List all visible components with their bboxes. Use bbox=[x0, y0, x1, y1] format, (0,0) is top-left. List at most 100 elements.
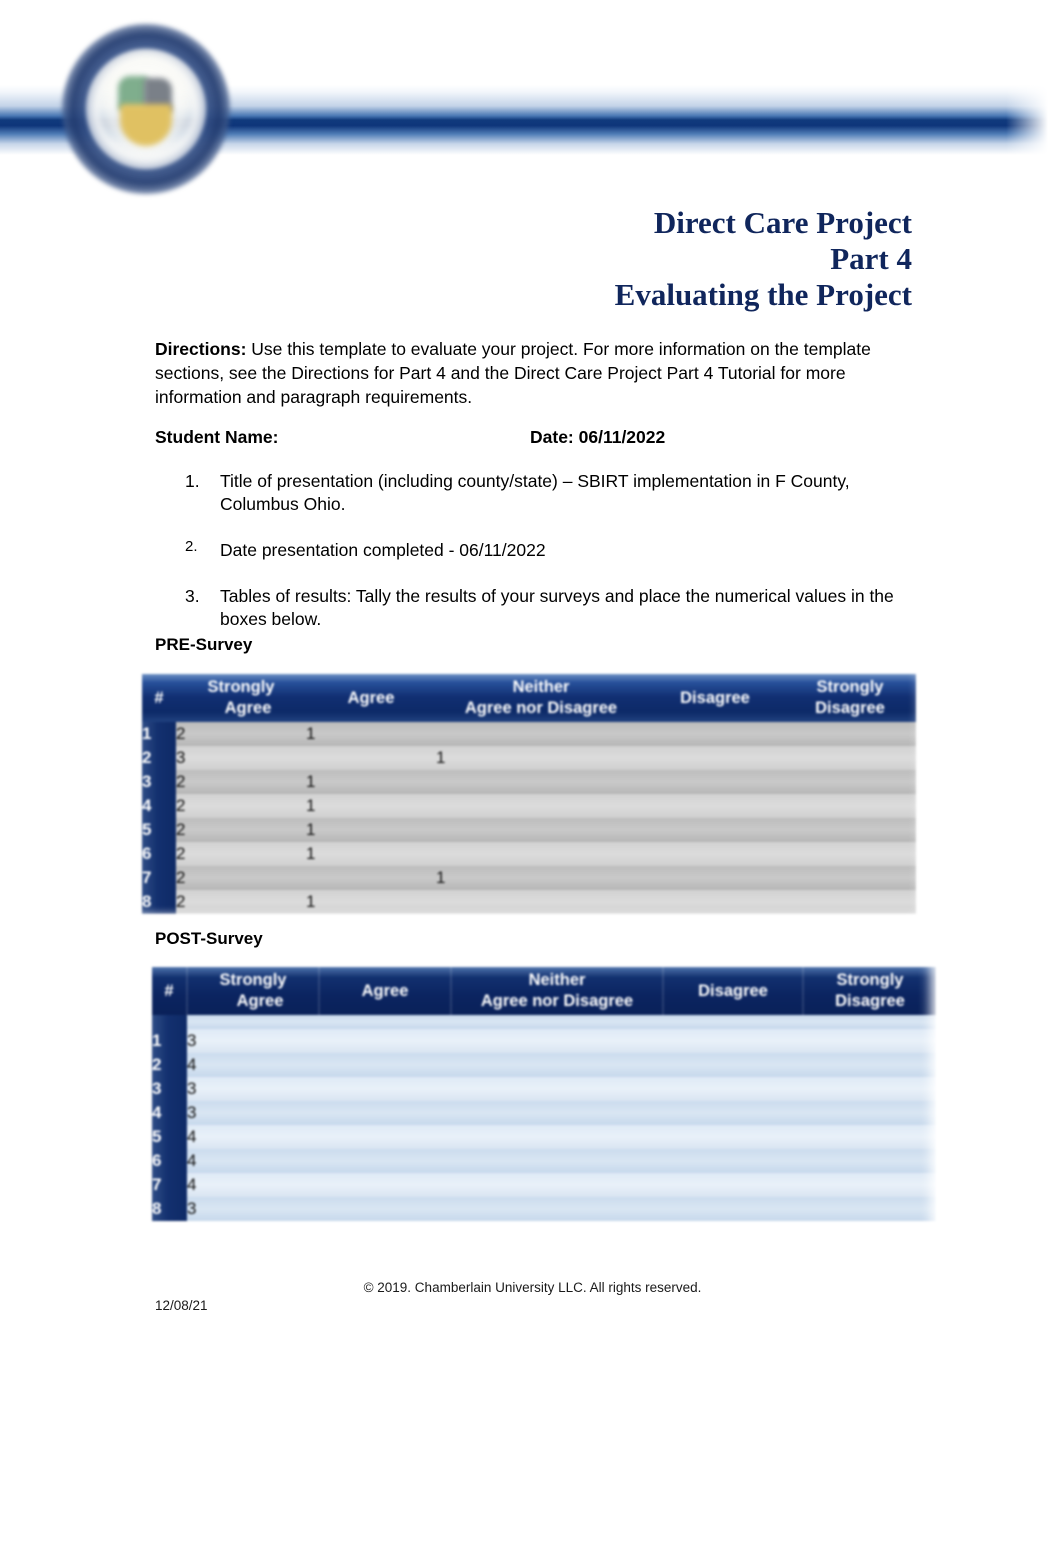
cell-agree[interactable] bbox=[319, 1053, 451, 1077]
cell-agree[interactable] bbox=[319, 1029, 451, 1053]
cell-dis[interactable] bbox=[663, 1077, 803, 1101]
cell-sd[interactable] bbox=[803, 1053, 936, 1077]
cell-neither[interactable] bbox=[451, 1149, 663, 1173]
cell-dis[interactable] bbox=[663, 1149, 803, 1173]
cell-sa[interactable]: 2 bbox=[176, 866, 306, 890]
cell-dis[interactable] bbox=[663, 1125, 803, 1149]
cell-neither[interactable] bbox=[436, 722, 646, 746]
cell-agree[interactable]: 1 bbox=[306, 890, 436, 914]
cell-dis[interactable] bbox=[663, 1101, 803, 1125]
cell-neither[interactable] bbox=[436, 818, 646, 842]
cell-sd[interactable] bbox=[803, 1077, 936, 1101]
cell-dis[interactable] bbox=[646, 890, 784, 914]
cell-sd[interactable] bbox=[803, 1101, 936, 1125]
post-survey-table-container: # Strongly Agree Agree Neither Agree nor… bbox=[140, 955, 940, 1240]
cell-sa[interactable]: 3 bbox=[187, 1197, 319, 1221]
cell-dis[interactable] bbox=[646, 866, 784, 890]
cell-sa[interactable]: 2 bbox=[176, 722, 306, 746]
pre-survey-table-head: # Strongly Agree Agree Neither Agree nor… bbox=[142, 674, 916, 722]
cell-sd[interactable] bbox=[784, 794, 916, 818]
cell-dis[interactable] bbox=[663, 1173, 803, 1197]
cell-agree[interactable]: 1 bbox=[306, 818, 436, 842]
cell-sa[interactable]: 2 bbox=[176, 890, 306, 914]
cell-agree[interactable]: 1 bbox=[306, 770, 436, 794]
table-row: 24 bbox=[152, 1053, 936, 1077]
cell-dis[interactable] bbox=[663, 1197, 803, 1221]
row-number-cell: 5 bbox=[152, 1125, 187, 1149]
cell-sa[interactable]: 4 bbox=[187, 1149, 319, 1173]
cell-sa[interactable]: 3 bbox=[176, 746, 306, 770]
cell-sa[interactable]: 2 bbox=[176, 770, 306, 794]
cell-sa[interactable]: 3 bbox=[187, 1101, 319, 1125]
cell-dis[interactable] bbox=[646, 746, 784, 770]
cell-sd[interactable] bbox=[784, 722, 916, 746]
cell-neither[interactable] bbox=[451, 1125, 663, 1149]
cell-neither[interactable] bbox=[451, 1173, 663, 1197]
cell-agree[interactable] bbox=[319, 1125, 451, 1149]
cell-dis[interactable] bbox=[663, 1029, 803, 1053]
cell-dis[interactable] bbox=[646, 722, 784, 746]
footer-date: 12/08/21 bbox=[155, 1298, 208, 1313]
col-header-number-text: # bbox=[154, 688, 164, 707]
cell-neither[interactable] bbox=[436, 890, 646, 914]
col-header-strongly-agree: Strongly Agree bbox=[186, 967, 319, 1015]
cell-agree[interactable] bbox=[319, 1173, 451, 1197]
directions-paragraph: Directions: Use this template to evaluat… bbox=[155, 337, 915, 409]
cell-neither[interactable] bbox=[436, 794, 646, 818]
cell-agree[interactable] bbox=[319, 1197, 451, 1221]
cell-agree[interactable]: 1 bbox=[306, 842, 436, 866]
cell-agree[interactable] bbox=[306, 866, 436, 890]
cell-neither[interactable] bbox=[451, 1029, 663, 1053]
cell-sa[interactable]: 2 bbox=[176, 794, 306, 818]
cell-neither[interactable]: 1 bbox=[436, 746, 646, 770]
cell-sd[interactable] bbox=[784, 818, 916, 842]
cell-sd[interactable] bbox=[803, 1125, 936, 1149]
cell-neither[interactable] bbox=[436, 770, 646, 794]
cell-neither[interactable] bbox=[436, 842, 646, 866]
cell-agree[interactable] bbox=[319, 1077, 451, 1101]
table-row: 421 bbox=[142, 794, 916, 818]
table-row: 83 bbox=[152, 1197, 936, 1221]
cell-sd[interactable] bbox=[784, 890, 916, 914]
cell-sa[interactable]: 4 bbox=[187, 1125, 319, 1149]
cell-dis[interactable] bbox=[663, 1053, 803, 1077]
page-title-line-2: Part 4 bbox=[830, 241, 912, 276]
cell-sd[interactable] bbox=[784, 770, 916, 794]
list-item-text: Title of presentation (including county/… bbox=[220, 471, 850, 514]
cell-sd[interactable] bbox=[803, 1029, 936, 1053]
cell-dis[interactable] bbox=[646, 770, 784, 794]
cell-dis[interactable] bbox=[646, 818, 784, 842]
cell-sa[interactable]: 3 bbox=[187, 1077, 319, 1101]
cell-agree[interactable]: 1 bbox=[306, 794, 436, 818]
table-spacer-row bbox=[152, 1015, 936, 1029]
cell-neither[interactable]: 1 bbox=[436, 866, 646, 890]
cell-sa[interactable]: 3 bbox=[187, 1029, 319, 1053]
cell-sa[interactable]: 4 bbox=[187, 1173, 319, 1197]
cell-agree[interactable] bbox=[319, 1101, 451, 1125]
col-header-strongly-agree: Strongly Agree bbox=[176, 674, 306, 722]
cell-sd[interactable] bbox=[784, 746, 916, 770]
cell-sd[interactable] bbox=[784, 866, 916, 890]
cell-neither[interactable] bbox=[451, 1077, 663, 1101]
cell-sd[interactable] bbox=[803, 1197, 936, 1221]
col-header-number: # bbox=[142, 674, 176, 722]
cell-sd[interactable] bbox=[803, 1173, 936, 1197]
cell-sa[interactable]: 4 bbox=[187, 1053, 319, 1077]
list-item-number: 2. bbox=[185, 538, 198, 555]
cell-dis[interactable] bbox=[646, 842, 784, 866]
cell-sd[interactable] bbox=[784, 842, 916, 866]
col-header-neither-agree-nor-disagree: Neither Agree nor Disagree bbox=[436, 674, 646, 722]
cell-agree[interactable] bbox=[306, 746, 436, 770]
cell-neither[interactable] bbox=[451, 1101, 663, 1125]
cell-sd[interactable] bbox=[803, 1149, 936, 1173]
cell-sa[interactable]: 2 bbox=[176, 842, 306, 866]
list-item-number: 1. bbox=[185, 471, 200, 491]
row-number-cell: 4 bbox=[152, 1101, 187, 1125]
cell-agree[interactable] bbox=[319, 1149, 451, 1173]
cell-agree[interactable]: 1 bbox=[306, 722, 436, 746]
cell-sa[interactable]: 2 bbox=[176, 818, 306, 842]
cell-dis[interactable] bbox=[646, 794, 784, 818]
document-header-banner bbox=[0, 0, 1062, 215]
cell-neither[interactable] bbox=[451, 1053, 663, 1077]
cell-neither[interactable] bbox=[451, 1197, 663, 1221]
